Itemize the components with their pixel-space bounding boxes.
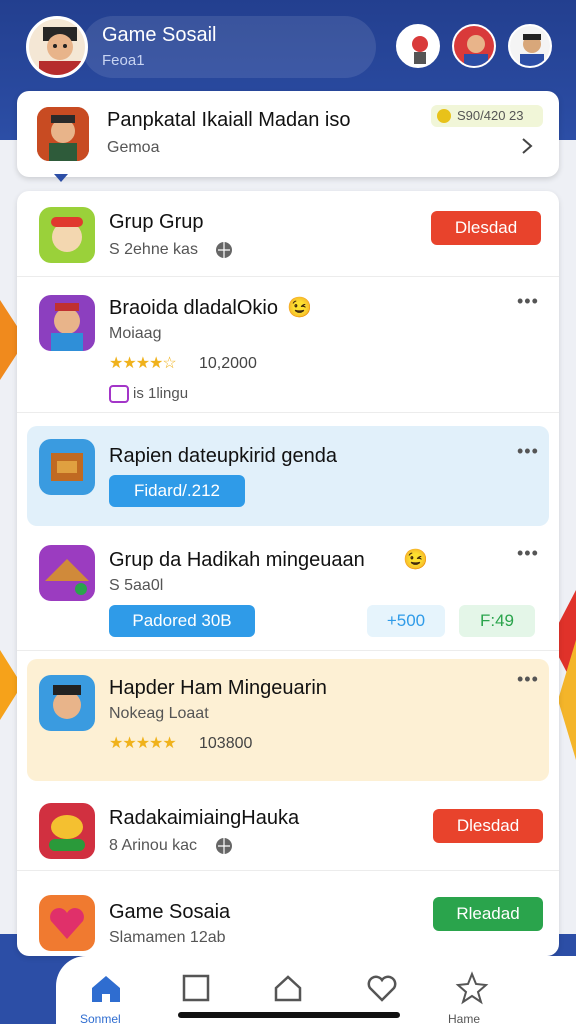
- item-title: RadakaimiaingHauka: [109, 807, 300, 829]
- rating-count: 103800: [199, 735, 253, 752]
- item-subtitle: Slamamen 12ab: [109, 929, 226, 946]
- list-item[interactable]: Game Sosaia Slamamen 12ab Rleadad: [17, 877, 559, 956]
- list-item[interactable]: Hapder Ham Mingeuarin Nokeag Loaat ★★★★★…: [17, 661, 559, 781]
- coin-balance: S90/420 23: [431, 105, 543, 127]
- game-list: Grup Grup S 2ehne kas Dlesdad Braoida dl…: [17, 191, 559, 956]
- nav-label: Sonmel: [80, 1012, 121, 1024]
- app-header: Game Sosail Feoa1: [18, 12, 558, 82]
- action-button[interactable]: Rleadad: [433, 897, 543, 931]
- more-icon[interactable]: •••: [517, 543, 539, 564]
- item-title: Grup Grup: [109, 211, 204, 233]
- item-subtitle: Moiaag: [109, 325, 162, 342]
- emoji-icon: 😉: [403, 549, 428, 571]
- home-icon[interactable]: [86, 968, 126, 1008]
- more-icon[interactable]: •••: [517, 669, 539, 690]
- item-title: Grup da Hadikah mingeuaan: [109, 549, 365, 571]
- square-icon[interactable]: [176, 968, 216, 1008]
- rating-stars: ★★★★☆: [109, 355, 177, 372]
- globe-icon: [216, 242, 232, 258]
- header-title: Game Sosail: [102, 24, 217, 46]
- game-icon: [39, 675, 95, 731]
- item-title: Braoida dladalOkio: [109, 297, 278, 319]
- tag-icon: [109, 385, 129, 403]
- coin-value: S90/420 23: [457, 108, 524, 123]
- game-icon: [39, 545, 95, 601]
- item-tag: is 1lingu: [133, 385, 189, 402]
- item-subtitle: Nokeag Loaat: [109, 705, 209, 722]
- house-outline-icon[interactable]: [268, 968, 308, 1008]
- emoji-icon: 😉: [287, 297, 312, 319]
- heart-icon[interactable]: [362, 968, 402, 1008]
- rating-stars: ★★★★★: [109, 735, 177, 752]
- game-icon: [39, 207, 95, 263]
- item-title: Game Sosaia: [109, 901, 231, 923]
- rating-count: 10,2000: [199, 355, 257, 372]
- list-item[interactable]: Rapien dateupkirid genda Fidard/.212 •••: [17, 427, 559, 527]
- globe-icon: [216, 838, 232, 854]
- game-icon: [39, 295, 95, 351]
- friend-avatar[interactable]: [396, 24, 440, 68]
- action-button[interactable]: Fidard/.212: [109, 475, 245, 507]
- item-subtitle: S 5aa0l: [109, 577, 164, 594]
- item-subtitle: 8 Arinou kac: [109, 837, 198, 854]
- list-item[interactable]: Braoida dladalOkio 😉 Moiaag ★★★★☆ 10,200…: [17, 277, 559, 413]
- nav-label: Hame: [448, 1012, 481, 1024]
- user-avatar[interactable]: [26, 16, 88, 78]
- more-icon[interactable]: •••: [517, 441, 539, 462]
- game-icon: [39, 439, 95, 495]
- header-subtitle: Feoa1: [102, 52, 145, 69]
- coin-icon: [437, 109, 451, 123]
- home-indicator: [178, 1012, 400, 1018]
- chevron-right-icon[interactable]: [519, 137, 535, 155]
- item-subtitle: S 2ehne kas: [109, 241, 198, 258]
- friend-avatar[interactable]: [452, 24, 496, 68]
- list-item[interactable]: Grup da Hadikah mingeuaan 😉 S 5aa0l Pado…: [17, 529, 559, 651]
- item-title: Rapien dateupkirid genda: [109, 445, 337, 467]
- list-item[interactable]: Grup Grup S 2ehne kas Dlesdad: [17, 191, 559, 277]
- count-pill[interactable]: +500: [367, 605, 445, 637]
- item-title: Hapder Ham Mingeuarin: [109, 677, 327, 699]
- featured-game-icon: [37, 107, 89, 161]
- more-icon[interactable]: •••: [517, 291, 539, 312]
- friend-avatar[interactable]: [508, 24, 552, 68]
- pointer-icon: [54, 174, 68, 182]
- list-item[interactable]: RadakaimiaingHauka 8 Arinou kac Dlesdad: [17, 791, 559, 871]
- decor-shape: [558, 640, 576, 760]
- count-pill[interactable]: F:49: [459, 605, 535, 637]
- featured-card[interactable]: Panpkatal Ikaiall Madan iso Gemoa S90/42…: [17, 91, 559, 177]
- star-icon[interactable]: [452, 968, 492, 1008]
- action-button[interactable]: Dlesdad: [433, 809, 543, 843]
- game-icon: [39, 895, 95, 951]
- action-button[interactable]: Padored 30B: [109, 605, 255, 637]
- game-icon: [39, 803, 95, 859]
- featured-subtitle: Gemoa: [107, 139, 160, 156]
- featured-title: Panpkatal Ikaiall Madan iso: [107, 109, 351, 131]
- action-button[interactable]: Dlesdad: [431, 211, 541, 245]
